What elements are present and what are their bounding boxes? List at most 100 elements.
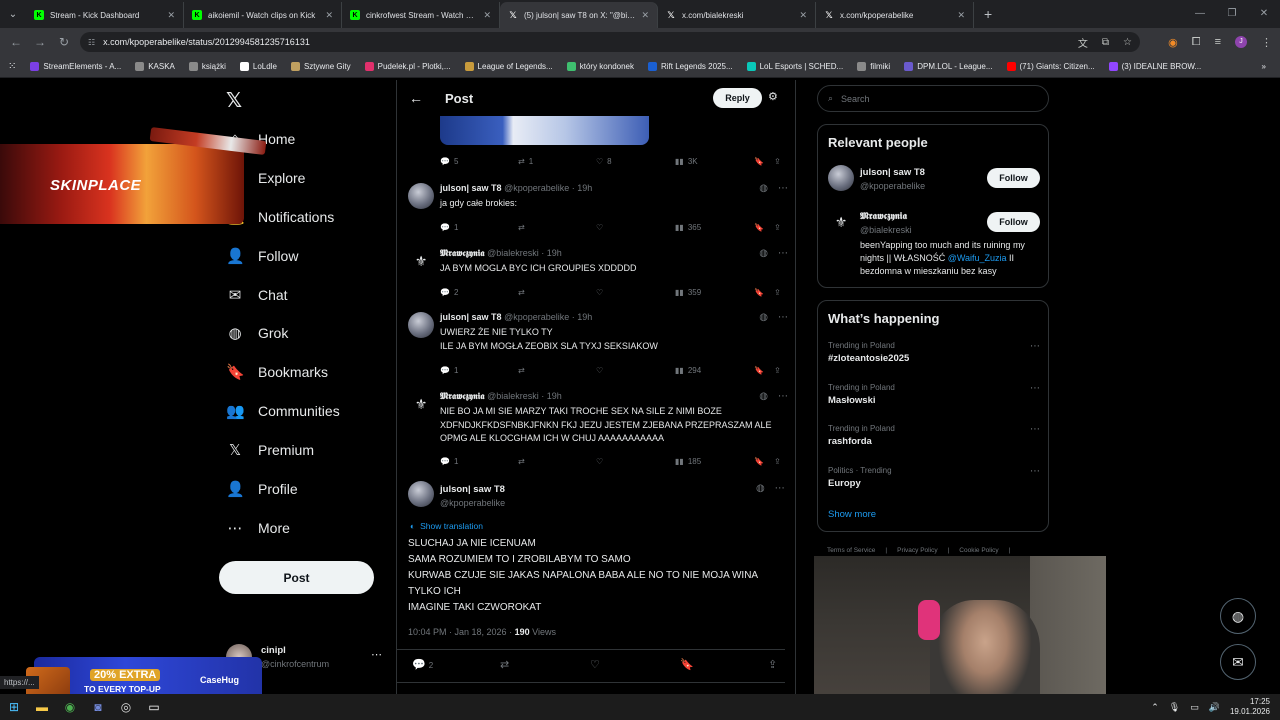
bookmark-icon[interactable]: 🔖: [680, 658, 694, 671]
views-icon[interactable]: ▮▮ 3K: [675, 157, 698, 166]
views-icon[interactable]: ▮▮ 294: [675, 366, 701, 375]
sidebar-item-communities[interactable]: 👥 Communities: [226, 402, 340, 420]
more-icon[interactable]: ⋯: [1030, 466, 1040, 477]
footer-link[interactable]: Privacy Policy: [897, 547, 937, 554]
repost-icon[interactable]: ⇄: [518, 366, 529, 375]
avatar[interactable]: [408, 481, 434, 507]
reply-button[interactable]: Reply: [713, 88, 762, 108]
translate-icon[interactable]: 文: [1078, 35, 1088, 50]
bookmark-item[interactable]: Sztywne Gity: [290, 62, 351, 71]
repost-icon[interactable]: ⇄: [518, 223, 529, 232]
views-icon[interactable]: ▮▮ 185: [675, 457, 701, 466]
browser-tab[interactable]: K Stream - Kick Dashboard ✕: [26, 2, 184, 28]
file-explorer-icon[interactable]: ▬: [28, 694, 56, 720]
close-tab-icon[interactable]: ✕: [799, 10, 807, 21]
avatar[interactable]: [408, 312, 434, 338]
more-icon[interactable]: ⋯: [778, 391, 788, 402]
chrome-icon[interactable]: ◉: [56, 694, 84, 720]
reply-icon[interactable]: 💬 1: [440, 223, 458, 232]
clock[interactable]: 17:25 19.01.2026: [1230, 697, 1270, 717]
reply-tweet[interactable]: julson| saw T8 @kpoperabelike · 19h ◍ ⋯ j…: [408, 183, 788, 220]
sidebar-item-follow[interactable]: 👤 Follow: [226, 247, 298, 265]
chevron-up-icon[interactable]: ⌃: [1151, 702, 1159, 713]
grok-icon[interactable]: ◍: [759, 248, 768, 259]
reply-icon[interactable]: 💬 1: [440, 366, 458, 375]
views-icon[interactable]: ▮▮ 365: [675, 223, 701, 232]
bookmark-item[interactable]: (71) Giants: Citizen...: [1006, 62, 1095, 71]
reply-icon[interactable]: 💬 2: [440, 288, 458, 297]
more-icon[interactable]: ⋯: [371, 648, 382, 661]
close-tab-icon[interactable]: ✕: [957, 10, 965, 21]
bookmark-item[interactable]: filmiki: [857, 62, 890, 71]
share-icon[interactable]: ⇪: [774, 457, 781, 466]
repost-icon[interactable]: ⇄: [518, 288, 529, 297]
browser-tab[interactable]: K aikoiemil - Watch clips on Kick ✕: [184, 2, 342, 28]
quoted-media-image[interactable]: [440, 116, 649, 145]
browser-menu-icon[interactable]: ⋮: [1261, 36, 1272, 49]
browser-tab[interactable]: K cinkrofwest Stream - Watch Live ✕: [342, 2, 500, 28]
reply-icon[interactable]: 💬 5: [440, 157, 458, 166]
bookmark-item[interactable]: który kondonek: [566, 62, 634, 71]
avatar[interactable]: ⚜: [408, 391, 434, 417]
bookmark-icon[interactable]: 🔖: [754, 288, 764, 297]
reply-icon[interactable]: 💬 2: [412, 658, 433, 671]
back-icon[interactable]: ←: [4, 35, 28, 49]
bookmark-item[interactable]: DPM.LOL - League...: [904, 62, 993, 71]
like-icon[interactable]: ♡: [596, 457, 607, 466]
browser-tab[interactable]: 𝕏 (5) julson| saw T8 on X: "@bialekreski…: [500, 2, 658, 28]
grok-icon[interactable]: ◍: [759, 312, 768, 323]
views-icon[interactable]: ▮▮ 359: [675, 288, 701, 297]
reload-icon[interactable]: ↻: [52, 35, 76, 49]
back-arrow-icon[interactable]: ←: [409, 90, 445, 106]
sidebar-item-profile[interactable]: 👤 Profile: [226, 480, 298, 498]
microphone-icon[interactable]: 🎙: [1169, 702, 1180, 713]
person-name[interactable]: 𝕸𝖗𝖆𝖜𝖈𝖟𝖞𝖓𝖎𝖆: [860, 211, 907, 222]
share-icon[interactable]: ⇪: [774, 157, 781, 166]
more-icon[interactable]: ⋯: [1030, 424, 1040, 435]
repost-icon[interactable]: ⇄ 1: [518, 157, 533, 166]
post-timestamp[interactable]: 10:04 PM · Jan 18, 2026 ·: [408, 627, 515, 637]
person-handle[interactable]: @kpoperabelike: [860, 181, 925, 191]
author-name[interactable]: julson| saw T8: [440, 484, 505, 495]
author-handle[interactable]: @kpoperabelike: [440, 498, 505, 508]
sidebar-item-more[interactable]: ⋯ More: [226, 519, 290, 537]
bio-mention-link[interactable]: @Waifu_Zuzia: [948, 253, 1007, 263]
reply-tweet[interactable]: ⚜ 𝕸𝖗𝖆𝖜𝖈𝖟𝖞𝖓𝖎𝖆 @bialekreski · 19h ◍ ⋯ NIE B…: [408, 391, 788, 454]
avatar[interactable]: [828, 165, 854, 191]
show-more-link[interactable]: Show more: [828, 509, 876, 520]
follow-button[interactable]: Follow: [987, 168, 1040, 188]
more-icon[interactable]: ⋯: [778, 312, 788, 323]
share-icon[interactable]: ⇪: [774, 288, 781, 297]
browser-tab[interactable]: 𝕏 x.com/kpoperabelike ✕: [816, 2, 974, 28]
grok-icon[interactable]: ◍: [759, 391, 768, 402]
close-window-icon[interactable]: ✕: [1248, 0, 1280, 28]
more-icon[interactable]: ⋯: [778, 183, 788, 194]
more-icon[interactable]: ⋯: [1030, 341, 1040, 352]
minimize-icon[interactable]: —: [1184, 0, 1216, 28]
show-translation-link[interactable]: ◐ Show translation: [410, 521, 483, 531]
bookmark-item[interactable]: (3) IDEALNE BROW...: [1108, 62, 1201, 71]
bookmark-item[interactable]: Rift Legends 2025...: [648, 62, 733, 71]
close-tab-icon[interactable]: ✕: [641, 10, 649, 21]
more-icon[interactable]: ⋯: [1030, 383, 1040, 394]
app-icon[interactable]: ▭: [140, 694, 168, 720]
discord-icon[interactable]: ◙: [84, 694, 112, 720]
author-name[interactable]: julson| saw T8: [440, 312, 502, 322]
profile-avatar[interactable]: J: [1235, 36, 1247, 48]
extensions-puzzle-icon[interactable]: ⧠: [1192, 36, 1201, 49]
bookmark-icon[interactable]: 🔖: [754, 366, 764, 375]
messages-icon[interactable]: ✉: [1220, 644, 1256, 680]
footer-link[interactable]: Cookie Policy: [959, 547, 998, 554]
reply-tweet[interactable]: julson| saw T8 @kpoperabelike · 19h ◍ ⋯ U…: [408, 312, 788, 363]
close-tab-icon[interactable]: ✕: [483, 10, 491, 21]
follow-button[interactable]: Follow: [987, 212, 1040, 232]
bookmark-item[interactable]: KASKA: [135, 62, 175, 71]
install-icon[interactable]: ⧉: [1102, 37, 1109, 48]
like-icon[interactable]: ♡: [596, 288, 607, 297]
person-name[interactable]: julson| saw T8: [860, 167, 925, 178]
bookmark-item[interactable]: Pudelek.pl - Plotki,...: [364, 62, 451, 71]
forward-icon[interactable]: →: [28, 35, 52, 49]
sliders-icon[interactable]: ⚙: [768, 90, 778, 103]
bookmark-item[interactable]: LoL Esports | SCHED...: [746, 62, 843, 71]
browser-tab[interactable]: 𝕏 x.com/bialekreski ✕: [658, 2, 816, 28]
